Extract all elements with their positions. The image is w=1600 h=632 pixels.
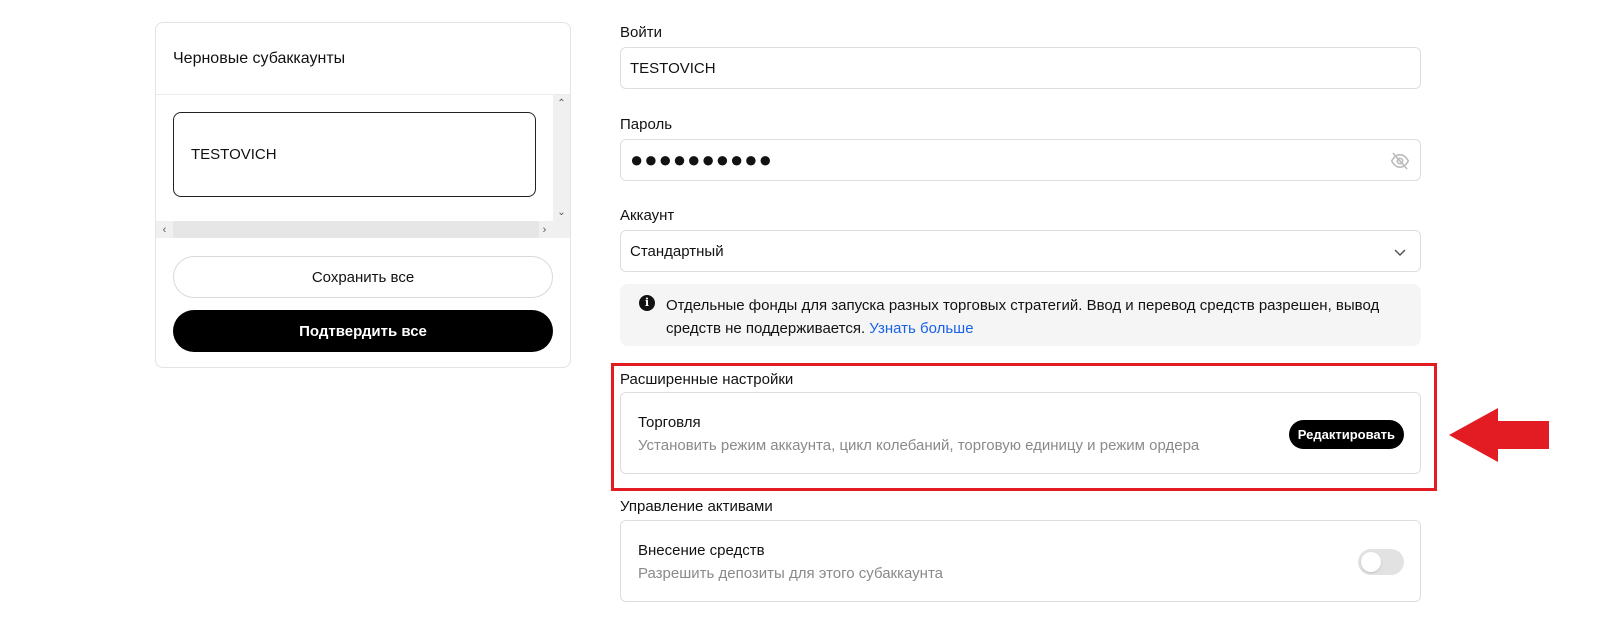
account-value: Стандартный <box>630 242 724 260</box>
account-info-box: i Отдельные фонды для запуска разных тор… <box>620 284 1421 346</box>
eye-off-icon[interactable] <box>1390 151 1410 171</box>
toggle-knob <box>1361 552 1381 572</box>
account-label: Аккаунт <box>620 207 675 224</box>
deposit-title: Внесение средств <box>638 542 765 559</box>
asset-management-label: Управление активами <box>620 498 773 515</box>
highlight-box <box>611 363 1437 491</box>
subaccount-card[interactable]: TESTOVICH <box>173 112 536 197</box>
login-field[interactable]: TESTOVICH <box>620 47 1421 89</box>
deposit-description: Разрешить депозиты для этого субаккаунта <box>638 565 944 582</box>
deposit-card: Внесение средств Разрешить депозиты для … <box>620 520 1421 602</box>
login-value: TESTOVICH <box>630 59 716 77</box>
scroll-right-icon[interactable]: › <box>536 221 553 238</box>
info-text: Отдельные фонды для запуска разных торго… <box>666 294 1401 340</box>
info-description: Отдельные фонды для запуска разных торго… <box>666 297 1380 337</box>
learn-more-link[interactable]: Узнать больше <box>869 320 973 337</box>
panel-title: Черновые субаккаунты <box>156 23 570 95</box>
save-all-button[interactable]: Сохранить все <box>173 256 553 298</box>
subaccount-list: TESTOVICH <box>156 95 570 239</box>
info-icon: i <box>639 295 655 311</box>
vertical-scrollbar[interactable]: ⌃ ⌄ <box>553 95 570 221</box>
red-arrow-left-icon <box>1449 408 1549 462</box>
scroll-down-icon[interactable]: ⌄ <box>553 204 570 221</box>
subaccount-name: TESTOVICH <box>191 146 277 163</box>
login-label: Войти <box>620 24 662 41</box>
password-field[interactable]: ●●●●●●●●●● <box>620 139 1421 181</box>
scrollbar-thumb[interactable] <box>173 221 539 238</box>
draft-subaccounts-panel: Черновые субаккаунты TESTOVICH ⌃ ⌄ ‹ › С… <box>155 22 571 368</box>
account-select[interactable]: Стандартный <box>620 230 1421 272</box>
chevron-down-icon <box>1394 249 1406 257</box>
confirm-all-button[interactable]: Подтвердить все <box>173 310 553 352</box>
scroll-up-icon[interactable]: ⌃ <box>553 95 570 112</box>
scroll-left-icon[interactable]: ‹ <box>156 221 173 238</box>
horizontal-scrollbar[interactable]: ‹ › <box>156 221 570 238</box>
password-label: Пароль <box>620 116 673 133</box>
password-value: ●●●●●●●●●● <box>630 147 773 172</box>
deposit-toggle[interactable] <box>1358 549 1404 575</box>
